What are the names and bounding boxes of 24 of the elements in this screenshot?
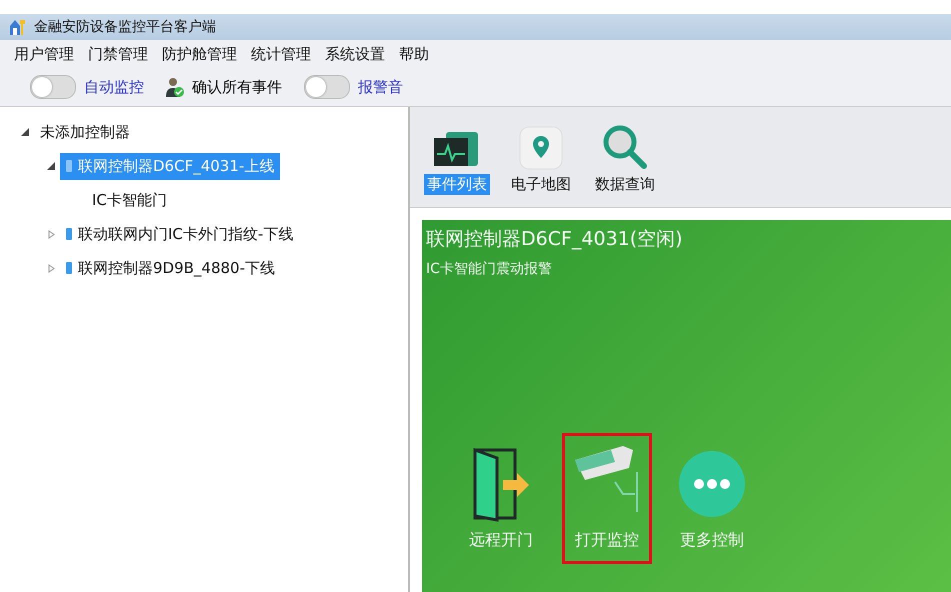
panel-subtitle: IC卡智能门震动报警	[426, 260, 553, 278]
toggle-label: 报警音	[358, 78, 403, 96]
panel-title: 联网控制器D6CF_4031(空闲)	[426, 227, 684, 252]
window-title: 金融安防设备监控平台客户端	[34, 18, 216, 36]
tree-item[interactable]: IC卡智能门	[86, 186, 173, 214]
toggle-label: 自动监控	[84, 78, 144, 96]
menu-item[interactable]: 门禁管理	[88, 42, 148, 66]
menu-item[interactable]: 防护舱管理	[162, 42, 237, 66]
app-logo-icon	[8, 18, 26, 36]
tree-item[interactable]: 联动联网内门IC卡外门指纹-下线	[60, 220, 300, 248]
tab[interactable]: 数据查询	[590, 124, 660, 195]
menu-item[interactable]: 系统设置	[325, 42, 385, 66]
tree-item[interactable]: 未添加控制器	[34, 118, 136, 146]
menu-item[interactable]: 统计管理	[251, 42, 311, 66]
toggle-switch[interactable]	[30, 75, 76, 99]
menu-item[interactable]: 帮助	[399, 42, 429, 66]
person-check-icon	[166, 77, 184, 97]
search-icon	[602, 124, 648, 170]
tab[interactable]: 电子地图	[506, 126, 576, 195]
confirm-events-button[interactable]: 确认所有事件	[166, 77, 282, 97]
map-pin-icon	[519, 126, 563, 170]
menu-item[interactable]: 用户管理	[14, 42, 74, 66]
toggle-switch[interactable]	[304, 75, 350, 99]
tree-item[interactable]: 联网控制器9D9B_4880-下线	[60, 254, 282, 282]
